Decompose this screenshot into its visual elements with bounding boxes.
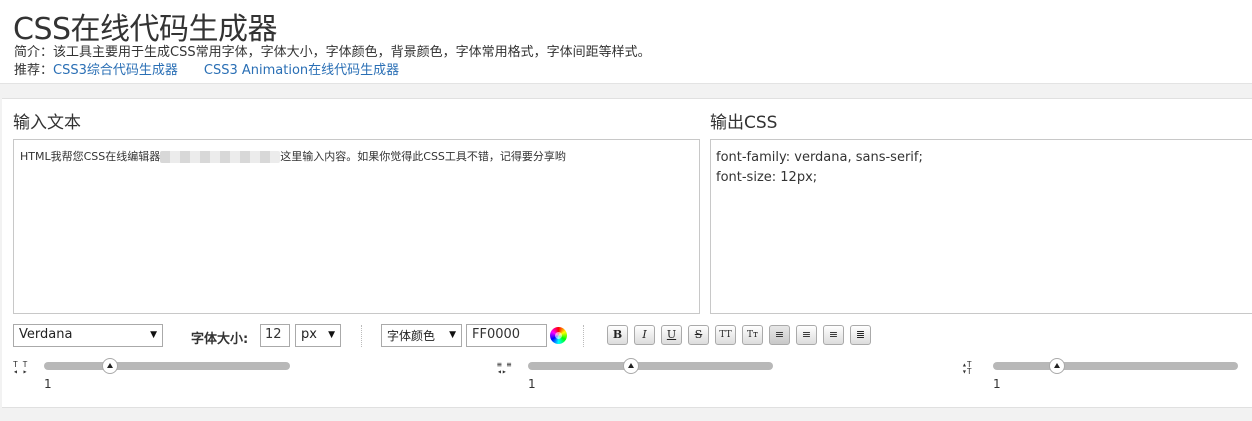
font-size-label: 字体大小: [191, 332, 249, 347]
output-line: font-family: verdana, sans-serif; [716, 150, 923, 165]
color-picker-icon[interactable] [550, 327, 567, 344]
italic-button[interactable]: I [634, 325, 655, 345]
small-caps-button[interactable]: Tт [742, 325, 763, 345]
editor-panel: 输入文本 输出CSS HTML我帮您CSS在线编辑器 这里输入内容。如果你觉得此C… [2, 98, 1252, 408]
font-family-value: Verdana [19, 327, 73, 342]
line-height-value: 1 [993, 377, 1001, 391]
letter-spacing-slider[interactable] [44, 358, 290, 374]
input-textarea[interactable]: HTML我帮您CSS在线编辑器 这里输入内容。如果你觉得此CSS工具不错，记得要分… [13, 139, 700, 314]
word-spacing-icon: ≡ ≡ ◂▸ [497, 360, 512, 376]
bold-button[interactable]: B [607, 325, 628, 345]
output-title: 输出CSS [710, 113, 778, 133]
slider-handle[interactable] [1048, 358, 1065, 374]
page-header: CSS在线代码生成器 简介：该工具主要用于生成CSS常用字体，字体大小，字体颜色… [0, 0, 1252, 84]
word-spacing-slider[interactable] [528, 358, 773, 374]
color-hex-input[interactable]: FF0000 [466, 324, 547, 347]
input-text-end: 这里输入内容。如果你觉得此CSS工具不错，记得要分享哟 [280, 150, 566, 163]
word-spacing-value: 1 [528, 377, 536, 391]
slider-handle[interactable] [102, 358, 119, 374]
toolbar-divider [361, 325, 362, 347]
underline-button[interactable]: U [661, 325, 682, 345]
css3-generator-link[interactable]: CSS3综合代码生成器 [53, 63, 178, 78]
letter-spacing-value: 1 [44, 377, 52, 391]
input-title: 输入文本 [13, 113, 81, 133]
spacing-sliders: T T ◂ ▸ 1 ≡ ≡ ◂▸ 1 ▴T ▾T 1 [2, 357, 1252, 397]
letter-spacing-icon: T T ◂ ▸ [13, 360, 28, 376]
output-textarea[interactable]: font-family: verdana, sans-serif; font-s… [710, 139, 1252, 314]
color-target-select[interactable]: 字体颜色 ▼ [381, 324, 462, 347]
align-center-button[interactable]: ≡ [796, 325, 817, 345]
align-left-button[interactable]: ≡ [769, 325, 790, 345]
font-family-select[interactable]: Verdana ▼ [13, 324, 163, 347]
chevron-down-icon: ▼ [449, 330, 456, 340]
unit-select[interactable]: px ▼ [295, 324, 341, 347]
line-height-slider[interactable] [993, 358, 1238, 374]
recommend-label: 推荐： [14, 63, 54, 78]
blurred-region [160, 151, 281, 163]
css3-animation-link[interactable]: CSS3 Animation在线代码生成器 [204, 63, 399, 78]
chevron-down-icon: ▼ [150, 330, 157, 340]
intro-text: 简介：该工具主要用于生成CSS常用字体，字体大小，字体颜色，背景颜色，字体常用格… [14, 45, 651, 60]
chevron-down-icon: ▼ [328, 330, 335, 340]
input-text-start: HTML我帮您CSS在线编辑器 [20, 150, 161, 163]
slider-handle[interactable] [622, 358, 639, 374]
output-line: font-size: 12px; [716, 170, 818, 185]
font-size-input[interactable]: 12 [260, 324, 290, 347]
line-height-icon: ▴T ▾T [962, 360, 972, 376]
toolbar-divider [583, 325, 584, 347]
align-right-button[interactable]: ≡ [823, 325, 844, 345]
strikethrough-button[interactable]: S [688, 325, 709, 345]
recommend-line: 推荐：CSS3综合代码生成器 CSS3 Animation在线代码生成器 [14, 59, 399, 78]
justify-button[interactable]: ≣ [850, 325, 871, 345]
uppercase-button[interactable]: TT [715, 325, 736, 345]
format-toolbar: Verdana ▼ 字体大小: 12 px ▼ 字体颜色 ▼ FF0000 BI… [13, 324, 1252, 348]
color-target-value: 字体颜色 [387, 329, 436, 343]
unit-value: px [301, 327, 317, 342]
